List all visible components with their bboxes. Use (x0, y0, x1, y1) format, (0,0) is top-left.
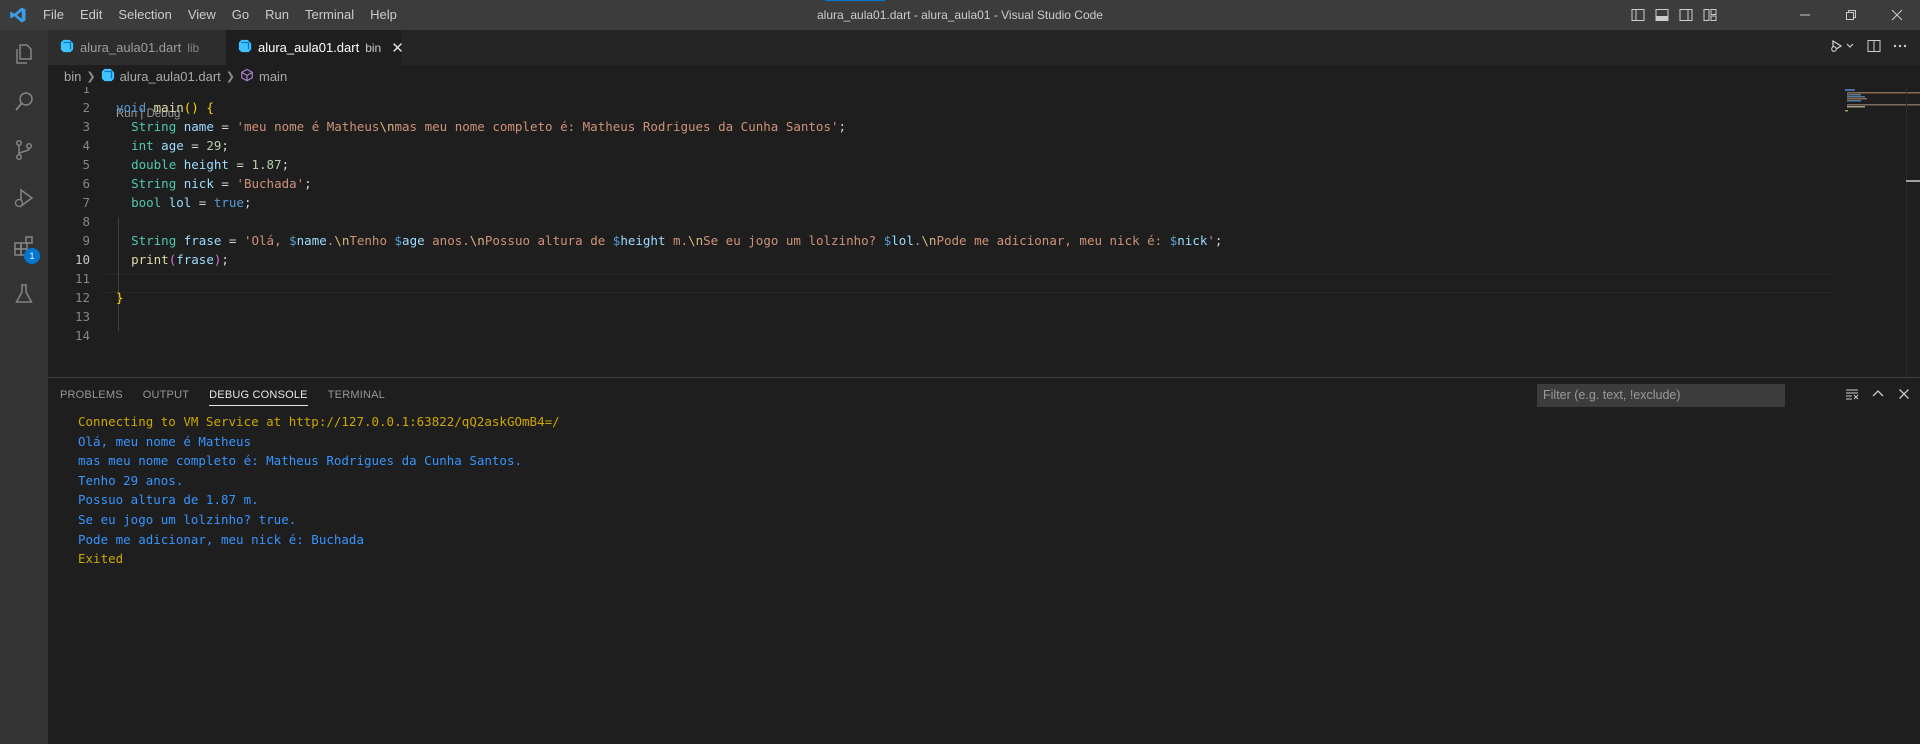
scrollbar-cursor-marker (1906, 180, 1920, 182)
symbol-method-icon (240, 68, 254, 85)
toggle-primary-sidebar-icon[interactable] (1628, 5, 1648, 25)
testing-icon[interactable] (0, 270, 48, 318)
menu-run[interactable]: Run (257, 0, 297, 30)
toggle-secondary-sidebar-icon[interactable] (1676, 5, 1696, 25)
line-number: 14 (74, 328, 90, 343)
line-number: 9 (82, 233, 90, 248)
code-line: } (116, 290, 124, 305)
maximize-panel-icon[interactable] (1870, 386, 1886, 405)
breadcrumb: bin ❯ alura_aula01.dart ❯ main (48, 65, 1920, 87)
restore-icon[interactable] (1828, 0, 1874, 30)
run-dropdown-icon[interactable] (1830, 38, 1856, 57)
code-line: bool lol = true; (131, 195, 252, 210)
debug-console-output: Connecting to VM Service at http://127.0… (78, 412, 560, 569)
menu-selection[interactable]: Selection (110, 0, 179, 30)
breadcrumb-folder[interactable]: bin (64, 69, 81, 84)
menu-terminal[interactable]: Terminal (297, 0, 362, 30)
console-line: Tenho 29 anos. (78, 472, 184, 488)
search-icon[interactable] (0, 78, 48, 126)
panel-actions (1844, 384, 1912, 406)
line-number: 13 (74, 309, 90, 324)
line-number: 8 (82, 214, 90, 229)
line-number: 4 (82, 138, 90, 153)
chevron-right-icon: ❯ (225, 70, 235, 83)
menu-view[interactable]: View (180, 0, 224, 30)
code-line: String nick = 'Buchada'; (131, 176, 312, 191)
dart-file-icon (101, 68, 115, 85)
menu-help[interactable]: Help (362, 0, 405, 30)
extensions-badge: 1 (24, 248, 40, 264)
tab-bin-alura-aula01[interactable]: alura_aula01.dart bin ✕ (226, 30, 404, 65)
console-line: mas meu nome completo é: Matheus Rodrigu… (78, 453, 523, 469)
line-number: 5 (82, 157, 90, 172)
code-line: String frase = 'Olá, $name.\nTenho $age … (131, 233, 1223, 248)
line-number: 6 (82, 176, 90, 191)
code-line: int age = 29; (131, 138, 229, 153)
console-line: Connecting to VM Service at http://127.0… (78, 414, 560, 429)
code-editor[interactable]: 1 2 3 4 5 6 7 8 9 10 11 12 13 14 Run | Debug void mai… (48, 87, 1920, 377)
close-panel-icon[interactable] (1896, 386, 1912, 405)
breadcrumb-symbol[interactable]: main (259, 69, 287, 84)
console-line: Pode me adicionar, meu nick é: Buchada (78, 531, 364, 547)
console-line: Olá, meu nome é Matheus (78, 433, 252, 449)
code-line: print(frase); (131, 252, 229, 267)
menu-go[interactable]: Go (224, 0, 257, 30)
tab-output[interactable]: OUTPUT (143, 378, 189, 412)
tab-description: bin (365, 40, 382, 55)
tab-label: alura_aula01.dart (258, 40, 360, 55)
editor-tab-bar: alura_aula01.dart lib alura_aula01.dart … (48, 30, 1920, 65)
close-window-icon[interactable] (1874, 0, 1920, 30)
console-filter-input[interactable]: Filter (e.g. text, !exclude) (1537, 384, 1785, 407)
explorer-icon[interactable] (0, 30, 48, 78)
line-number: 2 (82, 100, 90, 115)
editor-actions (1830, 30, 1908, 65)
code-line: void main() { (116, 100, 214, 115)
menu-bar: File Edit Selection View Go Run Terminal Help (35, 0, 405, 30)
tab-terminal[interactable]: TERMINAL (328, 378, 385, 412)
layout-controls (1628, 0, 1720, 30)
title-bar: File Edit Selection View Go Run Terminal Help a… (0, 0, 1920, 30)
line-number: 1 (82, 87, 90, 96)
console-line: Se eu jogo um lolzinho? true. (78, 511, 297, 527)
toggle-panel-icon[interactable] (1652, 5, 1672, 25)
console-line: Exited (78, 551, 124, 567)
console-line: Possuo altura de 1.87 m. (78, 492, 259, 508)
more-actions-icon[interactable] (1892, 38, 1908, 57)
customize-layout-icon[interactable] (1700, 5, 1720, 25)
minimize-icon[interactable] (1782, 0, 1828, 30)
bottom-panel: PROBLEMS OUTPUT DEBUG CONSOLE TERMINAL F… (48, 377, 1920, 744)
window-controls (1782, 0, 1920, 30)
tab-description: lib (187, 40, 200, 55)
split-editor-icon[interactable] (1866, 38, 1882, 57)
code-line: String name = 'meu nome é Matheus\nmas m… (131, 119, 847, 134)
current-line-highlight (102, 274, 1832, 293)
tab-debug-console[interactable]: DEBUG CONSOLE (209, 378, 308, 412)
chevron-right-icon: ❯ (86, 70, 96, 83)
dart-file-icon (238, 39, 252, 56)
extensions-icon[interactable]: 1 (0, 222, 48, 270)
editor-scrollbar[interactable] (1906, 87, 1920, 377)
title-accent (825, 0, 885, 1)
line-number: 11 (74, 271, 90, 286)
dart-file-icon (60, 39, 74, 56)
tab-lib-alura-aula01[interactable]: alura_aula01.dart lib (48, 30, 226, 65)
activity-bar: 1 (0, 30, 48, 744)
line-number: 10 (74, 252, 90, 267)
vscode-logo-icon (0, 0, 35, 30)
breadcrumb-file[interactable]: alura_aula01.dart (120, 69, 221, 84)
menu-edit[interactable]: Edit (72, 0, 110, 30)
source-control-icon[interactable] (0, 126, 48, 174)
clear-console-icon[interactable] (1844, 386, 1860, 405)
panel-tabs: PROBLEMS OUTPUT DEBUG CONSOLE TERMINAL (60, 378, 385, 412)
line-number: 7 (82, 195, 90, 210)
menu-file[interactable]: File (35, 0, 72, 30)
close-tab-icon[interactable]: ✕ (391, 39, 404, 57)
tab-label: alura_aula01.dart (80, 40, 182, 55)
line-number: 3 (82, 119, 90, 134)
line-number: 12 (74, 290, 90, 305)
run-debug-icon[interactable] (0, 174, 48, 222)
tab-problems[interactable]: PROBLEMS (60, 378, 123, 412)
code-line: double height = 1.87; (131, 157, 290, 172)
